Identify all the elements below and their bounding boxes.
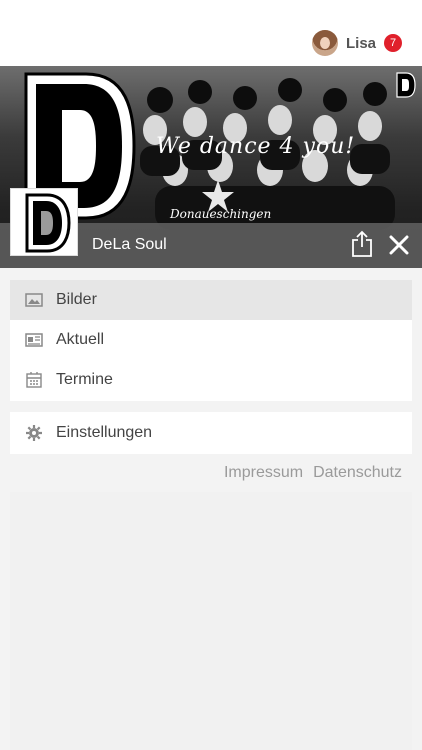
close-icon [389, 235, 409, 255]
menu-item-termine[interactable]: Termine [10, 360, 412, 400]
content-area [10, 492, 412, 750]
menu-item-aktuell[interactable]: Aktuell [10, 320, 412, 360]
menu-item-einstellungen[interactable]: Einstellungen [10, 412, 412, 454]
menu-item-bilder[interactable]: Bilder [10, 280, 412, 320]
user-name[interactable]: Lisa [346, 35, 376, 52]
close-button[interactable] [388, 234, 410, 256]
main-menu: Bilder Aktuell Termine [10, 280, 412, 401]
settings-menu: Einstellungen [10, 412, 412, 454]
datenschutz-link[interactable]: Datenschutz [313, 464, 402, 482]
avatar[interactable] [311, 30, 338, 56]
menu-item-label: Bilder [56, 291, 97, 308]
banner-location: Donaueschingen [170, 207, 272, 221]
share-button[interactable] [351, 230, 373, 258]
calendar-icon [24, 372, 44, 388]
user-profile[interactable]: Lisa 7 [311, 30, 402, 56]
notification-badge[interactable]: 7 [384, 34, 402, 52]
club-logo[interactable] [10, 188, 78, 256]
menu-item-label: Termine [56, 371, 113, 388]
club-name: DeLa Soul [92, 236, 167, 253]
footer-links: Impressum Datenschutz [224, 464, 402, 482]
top-bar: Lisa 7 [0, 0, 422, 66]
menu-item-label: Aktuell [56, 331, 105, 348]
share-icon [352, 230, 372, 257]
small-club-letter [396, 72, 416, 98]
menu-item-label: Einstellungen [56, 424, 153, 441]
gear-icon [24, 425, 44, 441]
image-icon [24, 292, 44, 308]
newspaper-icon [24, 332, 44, 348]
banner-tagline: We dance 4 you! [156, 134, 356, 159]
impressum-link[interactable]: Impressum [224, 464, 303, 482]
